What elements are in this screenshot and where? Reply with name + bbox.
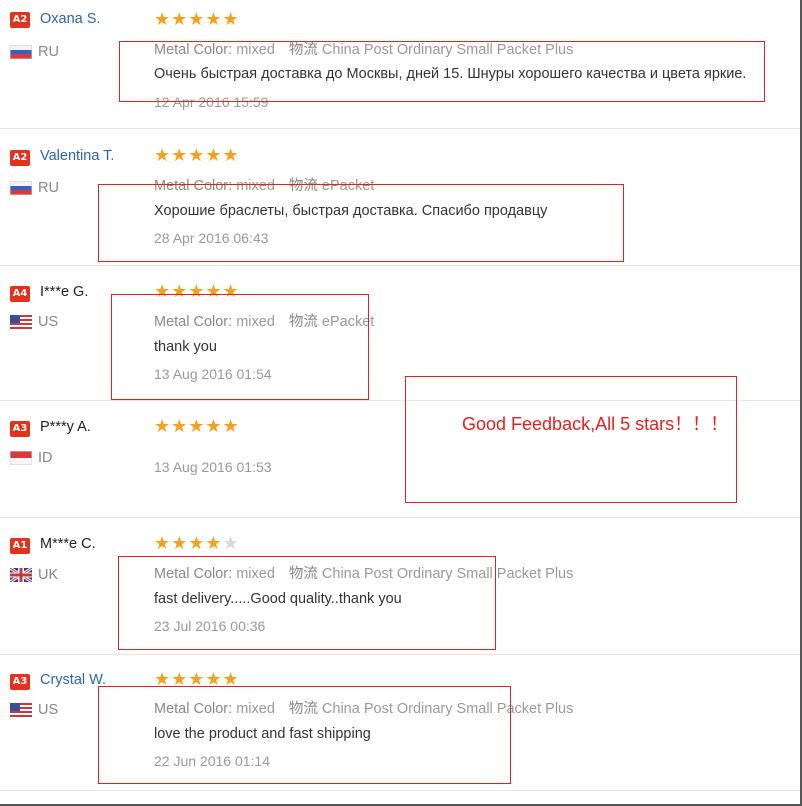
buyer-country: ID [38,450,53,466]
buyer-level-badge: A2 [10,150,30,166]
buyer-name: I***e G. [40,284,89,300]
review-item: A3 Crystal W. US ★★★★★ Metal Color: mixe… [0,654,800,791]
rating-stars: ★★★★★ [154,11,240,29]
buyer-name-link[interactable]: Crystal W. [40,672,106,688]
highlight-box [98,184,624,262]
feedback-note-text: Good Feedback,All 5 stars！！！ [462,414,729,434]
review-item: A2 Valentina T. RU ★★★★★ Metal Color: mi… [0,128,800,266]
star-filled-icon: ★★★★ [154,533,223,554]
buyer-name-link[interactable]: Valentina T. [40,148,114,164]
buyer-name: P***y A. [40,419,91,435]
russia-flag-icon [10,181,32,195]
buyer-name: M***e C. [40,536,96,552]
highlight-box [98,686,511,784]
review-date: 13 Aug 2016 01:53 [154,459,272,475]
us-flag-icon [10,703,32,717]
russia-flag-icon [10,45,32,59]
feedback-note-box: Good Feedback,All 5 stars！！！ [405,376,737,503]
buyer-level-badge: A4 [10,286,30,302]
buyer-country: US [38,702,59,718]
highlight-box [119,41,765,102]
buyer-country: US [38,314,59,330]
review-item: A1 M***e C. UK ★★★★★ Metal Color: mixed 物… [0,517,800,655]
buyer-level-badge: A1 [10,538,30,554]
buyer-country: RU [38,44,59,60]
buyer-level-badge: A3 [10,421,30,437]
rating-stars: ★★★★★ [154,418,240,436]
highlight-box [118,556,496,650]
star-filled-icon: ★★★★★ [154,145,240,166]
buyer-level-badge: A3 [10,674,30,690]
buyer-name-link[interactable]: Oxana S. [40,11,100,27]
us-flag-icon [10,315,32,329]
rating-stars: ★★★★★ [154,147,240,165]
buyer-country: RU [38,180,59,196]
highlight-box [111,294,369,400]
uk-flag-icon [10,568,32,582]
buyer-level-badge: A2 [10,12,30,28]
star-filled-icon: ★★★★★ [154,416,240,437]
review-item: A2 Oxana S. RU ★★★★★ Metal Color: mixed 物… [0,0,800,129]
indonesia-flag-icon [10,451,32,465]
star-filled-icon: ★★★★★ [154,9,240,30]
rating-stars: ★★★★★ [154,535,240,553]
star-empty-icon: ★ [222,533,240,554]
buyer-country: UK [38,567,59,583]
